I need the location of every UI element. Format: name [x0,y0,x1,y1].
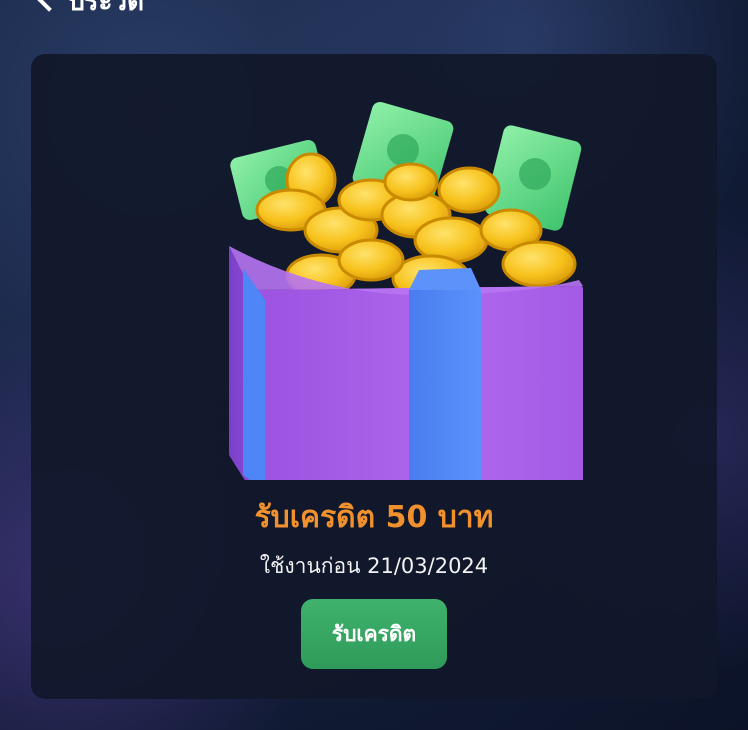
page-title: ประวัติ [68,0,144,17]
reward-title: รับเครดิต 50 บาท [254,500,494,535]
claim-credit-button[interactable]: รับเครดิต [301,599,447,669]
page-header: ประวัติ [36,0,144,17]
reward-card: รับเครดิต 50 บาท ใช้งานก่อน 21/03/2024 ร… [31,54,717,699]
gift-box-icon [229,101,583,480]
back-chevron-icon[interactable] [36,0,62,12]
expiry-date-text: ใช้งานก่อน 21/03/2024 [259,554,489,578]
